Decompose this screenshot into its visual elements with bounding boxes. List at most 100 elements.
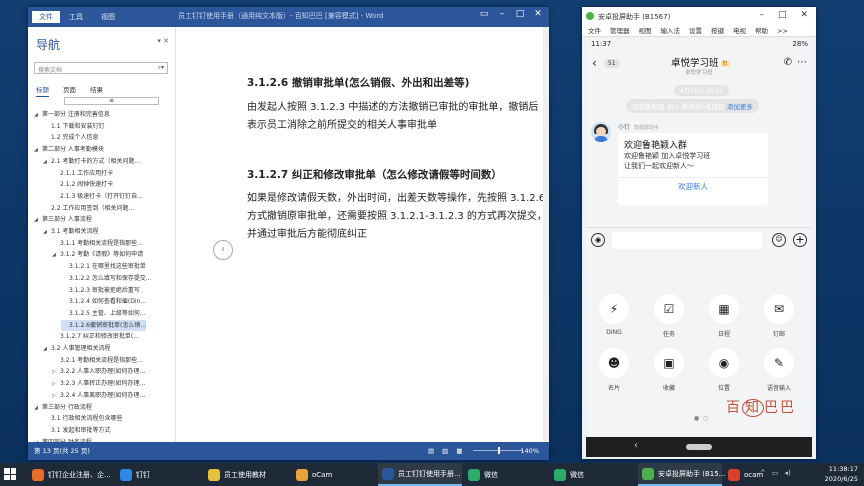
taskbar-item[interactable]: ocam <box>724 463 763 486</box>
tree-item[interactable]: ◢ 第一部分 注册和完善信息 <box>34 109 110 120</box>
tree-item[interactable]: ◢ 3.1 考勤相关流程 <box>43 226 98 237</box>
tree-item[interactable]: 3.1.2.1 在哪里找这些审批单 <box>61 261 146 272</box>
collapse-all-button[interactable]: ≡ <box>64 97 159 105</box>
close-pane-icon[interactable]: ✕ <box>163 37 169 45</box>
tree-item[interactable]: 2.1.2 闹钟快速打卡 <box>52 179 113 190</box>
vertical-scrollbar[interactable] <box>543 27 549 442</box>
network-icon[interactable]: ▭ <box>772 469 779 477</box>
taskbar-item[interactable]: 员工钉钉使用手册... <box>378 463 462 486</box>
microphone-icon[interactable]: ◉ <box>591 233 605 247</box>
tree-item[interactable]: 3.1.2.3 审批被拒绝后重写 <box>61 285 140 296</box>
close-icon[interactable]: ✕ <box>533 9 543 19</box>
nav-home-pill[interactable] <box>686 444 712 450</box>
nav-tab-0[interactable]: 标题 <box>36 84 49 97</box>
zoom-slider-handle[interactable] <box>498 447 500 454</box>
tree-item[interactable]: 3.1 发起和审批等方式 <box>43 425 110 436</box>
nav-back-icon[interactable]: ‹ <box>634 440 638 451</box>
close-icon[interactable]: ✕ <box>800 10 808 20</box>
more-options-icon[interactable]: ⋯ <box>797 57 807 68</box>
web-layout-icon[interactable]: ▦ <box>456 442 462 460</box>
tree-item[interactable]: 3.1.2.4 如何查看和催(Din... <box>61 296 146 307</box>
taskbar-item[interactable]: 微信 <box>550 463 634 486</box>
phone-call-icon[interactable]: ✆ <box>784 57 792 68</box>
menu-item-2[interactable]: 视图 <box>92 11 124 23</box>
ribbon-options-icon[interactable]: ▭ <box>479 9 489 19</box>
chat-title[interactable]: 卓悦学习班群 <box>671 55 730 69</box>
taskbar-item[interactable]: 钉钉企业注册、企... <box>28 463 112 486</box>
tree-item[interactable]: ◢ 第三部分 行政流程 <box>34 402 92 413</box>
tree-item[interactable]: 3.1.2.6撤销审批单(怎么销... <box>61 319 147 331</box>
taskbar-item[interactable]: 员工使用教材 <box>204 463 288 486</box>
tree-item[interactable]: 2.1.3 极速打卡（打开钉钉自... <box>52 191 143 202</box>
expand-arrow-icon[interactable]: ◢ <box>43 227 51 238</box>
tree-item[interactable]: 3.1.2.7 纠正和修改审批单(... <box>52 331 139 342</box>
plus-icon[interactable]: + <box>793 233 807 247</box>
tool-task[interactable]: ☑ 任务 <box>647 294 691 338</box>
tree-item[interactable]: ◢ 3.1.2 考勤《请假》等如何申请 <box>52 249 143 260</box>
tree-item[interactable]: 3.2.1 考勤相关流程是指那些... <box>52 355 143 366</box>
nav-tab-2[interactable]: 结果 <box>90 84 103 97</box>
minimize-icon[interactable]: – <box>759 10 764 20</box>
tree-item[interactable]: 2.1.1 工作应用打卡 <box>52 168 113 179</box>
tree-item[interactable]: ◢ 第二部分 人事考勤模块 <box>34 144 104 155</box>
volume-icon[interactable]: ◂) <box>785 469 791 477</box>
maximize-icon[interactable]: □ <box>778 10 787 20</box>
expand-arrow-icon[interactable]: ▷ <box>52 367 60 378</box>
emulator-menu-item[interactable]: 输入法 <box>661 25 681 36</box>
menu-item-0[interactable]: 文件 <box>32 11 60 23</box>
print-layout-icon[interactable]: ▥ <box>442 442 448 460</box>
tool-ding[interactable]: ⚡ DING <box>592 294 636 336</box>
document-page[interactable]: 3.1.2.6 撤销审批单(怎么销假、外出和出差等) 由发起人按照 3.1.2.… <box>204 27 549 442</box>
expand-arrow-icon[interactable]: ◢ <box>34 145 42 156</box>
taskbar-item[interactable]: 微信 <box>464 463 548 486</box>
tree-item[interactable]: ▷ 3.2.3 人事转正办理(如何办理... <box>52 378 145 389</box>
chevron-up-icon[interactable]: ^ <box>760 469 766 477</box>
emulator-menu-item[interactable]: 文件 <box>588 25 601 36</box>
unread-badge[interactable]: 51 <box>604 59 620 68</box>
minimize-icon[interactable]: – <box>497 9 507 19</box>
avatar[interactable] <box>591 122 611 142</box>
emulator-menu-item[interactable]: 视图 <box>639 25 652 36</box>
tree-item[interactable]: ▷ 3.2.2 人事入职办理(如何办理... <box>52 366 145 377</box>
tree-item[interactable]: 2.2 工作应用签到（相关问题... <box>43 203 134 214</box>
back-arrow-icon[interactable]: ‹ <box>592 56 597 70</box>
system-clock[interactable]: 11:38:17 2020/6/25 <box>825 464 858 484</box>
expand-arrow-icon[interactable]: ◢ <box>34 403 42 414</box>
page-indicator[interactable]: 第 13 页(共 25 页) <box>34 442 90 460</box>
tool-mail[interactable]: ✉ 钉邮 <box>757 294 801 338</box>
tool-calendar[interactable]: ▦ 日程 <box>702 294 746 338</box>
tree-item[interactable]: 1.1 下载和安装钉钉 <box>43 121 104 132</box>
emulator-menu-item[interactable]: 按键 <box>711 25 724 36</box>
tree-item[interactable]: 3.1.2.5 主管、上级等如何... <box>61 308 146 319</box>
expand-arrow-icon[interactable]: ▷ <box>52 379 60 390</box>
nav-search-input[interactable]: 搜索文档 ⌕▾ <box>34 62 168 74</box>
search-icon[interactable]: ⌕▾ <box>158 64 164 72</box>
tool-contact-card[interactable]: ☻ 名片 <box>592 348 636 392</box>
emulator-menu-item[interactable]: 设置 <box>689 25 702 36</box>
expand-arrow-icon[interactable]: ◢ <box>43 157 51 168</box>
emoji-icon[interactable]: ☺ <box>772 233 786 247</box>
expand-arrow-icon[interactable]: ◢ <box>43 344 51 355</box>
menu-item-1[interactable]: 工具 <box>60 11 92 23</box>
tree-item[interactable]: 3.1.1 考勤相关流程是指那些... <box>52 238 143 249</box>
tree-item[interactable]: 3.1 行政相关流程包含哪些 <box>43 413 122 424</box>
message-input[interactable] <box>612 232 762 249</box>
emulator-menu-item[interactable]: 管理器 <box>610 25 630 36</box>
nav-tab-1[interactable]: 页面 <box>63 84 76 97</box>
tree-item[interactable]: 3.1.2.2 怎么填写和保存提交... <box>61 273 152 284</box>
expand-arrow-icon[interactable]: ◢ <box>34 110 42 121</box>
tree-item[interactable]: ◢ 3.2 人事管理相关流程 <box>43 343 110 354</box>
tree-item[interactable]: 1.2 完成个人信息 <box>43 132 98 143</box>
emulator-menu-item[interactable]: 电视 <box>733 25 746 36</box>
taskbar-item[interactable]: 安卓投屏助手 (B15... <box>638 463 725 486</box>
tool-voice-input[interactable]: ✎ 语音输入 <box>757 348 801 392</box>
emulator-menu-item[interactable]: >> <box>777 25 788 36</box>
expand-arrow-icon[interactable]: ◢ <box>34 215 42 226</box>
emulator-menu-item[interactable]: 帮助 <box>755 25 768 36</box>
tree-item[interactable]: ◢ 第三部分 人事流程 <box>34 214 92 225</box>
zoom-level[interactable]: 140% <box>520 442 539 460</box>
tool-location[interactable]: ◉ 位置 <box>702 348 746 392</box>
chevron-down-icon[interactable]: ▾ <box>157 37 161 45</box>
previous-page-arrow-icon[interactable]: ‹ <box>213 240 233 260</box>
read-mode-icon[interactable]: ▤ <box>428 442 434 460</box>
